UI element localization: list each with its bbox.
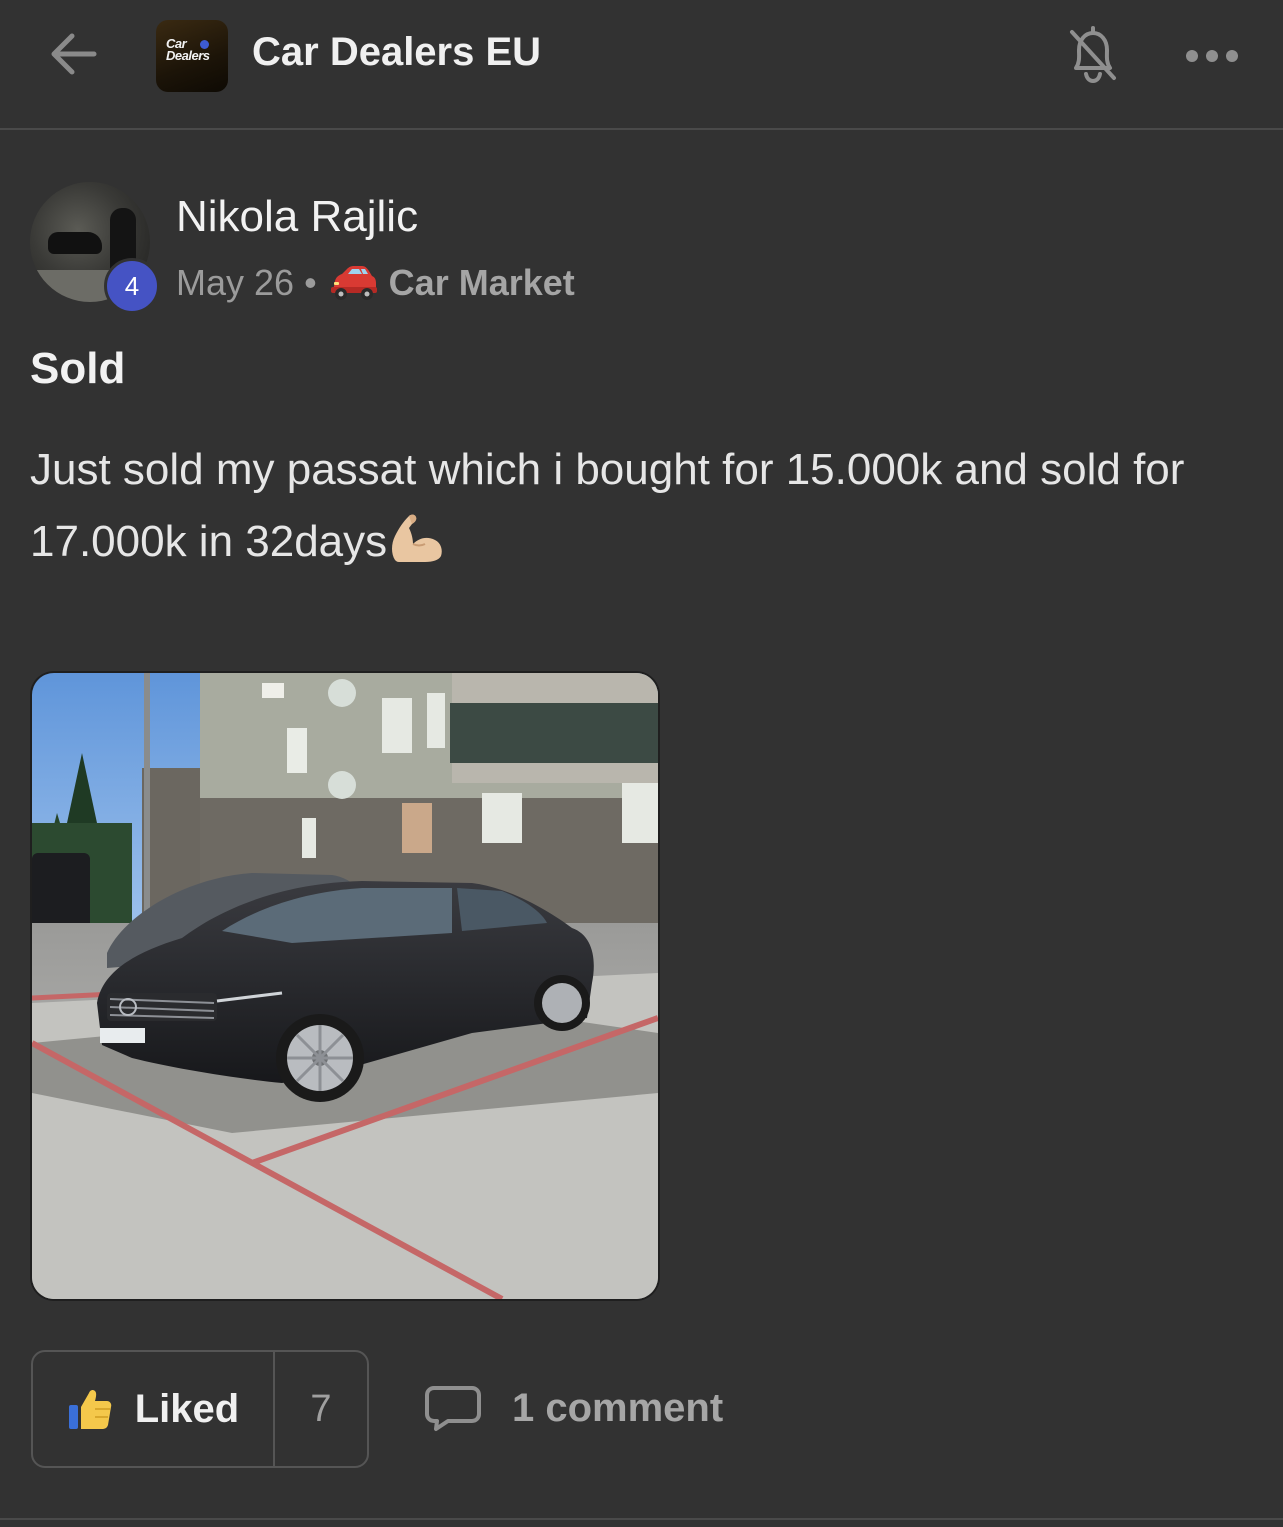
meta-separator: • [304,262,317,303]
bell-muted-icon [1070,26,1116,84]
thumbs-up-icon [68,1389,112,1429]
group-logo-dot [200,40,209,49]
bottom-divider [0,1518,1283,1520]
author-name[interactable]: Nikola Rajlic [176,192,418,242]
group-logo[interactable]: Car Dealers [156,20,228,92]
post-body-text: Just sold my passat which i bought for 1… [30,445,1185,566]
back-button[interactable] [44,24,104,84]
red-car-emoji [330,266,377,300]
post-meta: May 26 • Car Market [176,262,575,304]
post-category-link[interactable]: Car Market [389,262,575,304]
comment-bubble-icon [425,1386,481,1431]
post-date: May 26 [176,262,295,303]
post-title: Sold [30,344,126,393]
like-count[interactable]: 7 [275,1352,367,1466]
car-photo-image [32,673,658,1299]
post-photo[interactable] [32,673,658,1299]
post-body: Just sold my passat which i bought for 1… [30,434,1260,578]
comment-button[interactable]: 1 comment [424,1378,723,1438]
author-level-badge: 4 [104,258,160,314]
top-app-bar: Car Dealers Car Dealers EU [0,0,1283,130]
like-control: Liked 7 [31,1350,369,1468]
more-options-button[interactable] [1180,36,1244,76]
notifications-button[interactable] [1062,22,1124,88]
comment-count-label: 1 comment [512,1385,724,1430]
group-name[interactable]: Car Dealers EU [252,30,541,75]
back-arrow-icon [51,33,97,75]
more-dots-icon [1186,50,1238,62]
like-label: Liked [134,1386,240,1431]
like-button[interactable]: Liked [33,1352,275,1466]
flexed-biceps-emoji [392,514,442,562]
